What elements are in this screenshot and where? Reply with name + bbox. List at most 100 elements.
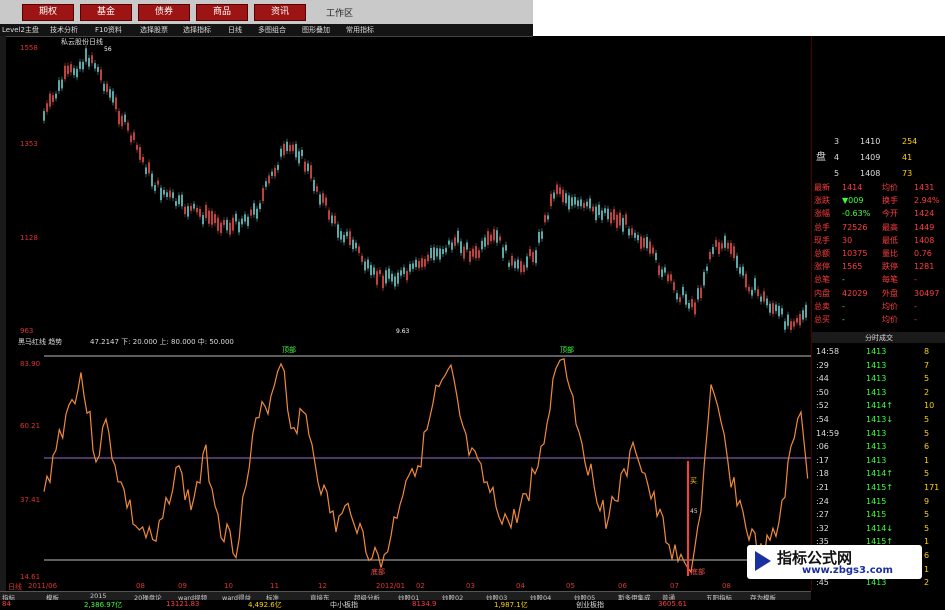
candle-body <box>289 144 291 152</box>
candle-body <box>91 55 93 64</box>
toolbar-select-indicator[interactable]: 选择指标 <box>183 25 211 35</box>
candle-body <box>544 215 546 223</box>
candle-body <box>787 314 789 326</box>
candle-body <box>739 267 741 274</box>
candle-body <box>253 203 255 215</box>
level-row[interactable]: 3 1410 254 <box>812 136 945 148</box>
level-row[interactable]: 5 1408 73 <box>812 168 945 180</box>
date-label: 06 <box>618 582 627 590</box>
candle-body <box>355 242 357 249</box>
toolbar-select-stock[interactable]: 选择股票 <box>140 25 168 35</box>
candle-body <box>259 203 261 210</box>
candle-body <box>73 68 75 76</box>
candle-body <box>271 171 273 176</box>
menu-button-options[interactable]: 期权 <box>22 4 74 21</box>
candle-body <box>703 272 705 286</box>
candle-body <box>70 64 72 73</box>
workarea-label[interactable]: 工作区 <box>326 6 353 19</box>
high-marker: 56 <box>104 46 112 53</box>
price-axis-label: 1353 <box>20 140 38 148</box>
candle-body <box>724 235 726 248</box>
candle-body <box>373 267 375 275</box>
candle-body <box>526 256 528 268</box>
candle-body <box>802 310 804 320</box>
candle-body <box>379 269 381 275</box>
price-chart[interactable]: 1558 1353 1128 963 私云股份日线 56 9.63 <box>6 36 811 336</box>
candle-body <box>622 217 624 232</box>
toolbar-tech-analysis[interactable]: 技术分析 <box>50 25 78 35</box>
toolbar-common-indicators[interactable]: 常用指标 <box>346 25 374 35</box>
candle-body <box>148 162 150 174</box>
candle-body <box>769 303 771 313</box>
candle-body <box>391 273 393 282</box>
bottom-tag: 底部 <box>691 568 705 576</box>
candle-body <box>127 122 129 131</box>
candle-body <box>313 179 315 192</box>
candle-body <box>760 296 762 302</box>
toolbar-overlay[interactable]: 图形叠加 <box>302 25 330 35</box>
candle-body <box>256 208 258 219</box>
price-candles <box>43 45 807 334</box>
candle-body <box>223 220 225 225</box>
toolbar-daily[interactable]: 日线 <box>228 25 242 35</box>
candle-body <box>751 289 753 296</box>
candle-body <box>718 242 720 255</box>
candle-body <box>532 252 534 263</box>
candle-body <box>463 246 465 259</box>
candle-body <box>742 266 744 276</box>
candle-body <box>151 173 153 187</box>
candle-body <box>664 267 666 273</box>
template-tab[interactable]: 2015 <box>90 592 107 600</box>
candle-body <box>370 264 372 276</box>
candle-body <box>97 66 99 72</box>
date-label: 02 <box>416 582 425 590</box>
candle-body <box>457 230 459 243</box>
candle-body <box>652 247 654 254</box>
candle-body <box>730 242 732 255</box>
level-row[interactable]: 盘 4 1409 41 <box>812 152 945 164</box>
candle-body <box>706 266 708 271</box>
candle-body <box>619 212 621 226</box>
candle-body <box>673 282 675 291</box>
candle-body <box>214 214 216 224</box>
toolbar-f10[interactable]: F10资料 <box>95 25 122 35</box>
candle-body <box>181 194 183 207</box>
candle-body <box>691 299 693 308</box>
oscillator-line <box>43 355 811 576</box>
candle-body <box>154 185 156 191</box>
candle-body <box>793 321 795 327</box>
quote-field-row: 总额 10375 量比 0.76 <box>814 249 932 258</box>
menu-button-news[interactable]: 资讯 <box>254 4 306 21</box>
candle-body <box>688 302 690 309</box>
candle-body <box>187 206 189 217</box>
candle-body <box>508 262 510 267</box>
candle-body <box>727 242 729 249</box>
toolbar-level2[interactable]: Level2主盘 <box>2 25 39 35</box>
candle-body <box>322 193 324 203</box>
candle-body <box>166 192 168 197</box>
osc-series-line <box>43 357 809 574</box>
candle-body <box>709 251 711 260</box>
oscillator-chart[interactable]: 黑马红线 趋势 47.2147 下: 20.000 上: 80.000 中: 5… <box>6 336 811 582</box>
toolbar-multi-chart[interactable]: 多图组合 <box>258 25 286 35</box>
date-label: 10 <box>224 582 233 590</box>
candle-body <box>592 206 594 212</box>
watermark-url: www.zbgs3.com <box>802 565 893 576</box>
tick-row: :24 1415 9 <box>816 496 930 506</box>
candle-body <box>466 242 468 250</box>
indicator-params: 47.2147 下: 20.000 上: 80.000 中: 50.000 <box>90 338 234 346</box>
menu-button-bonds[interactable]: 债券 <box>138 4 190 21</box>
candle-body <box>334 215 336 224</box>
candle-body <box>286 141 288 152</box>
candle-body <box>394 276 396 287</box>
buy-tag: 买 <box>690 477 697 485</box>
tick-header[interactable]: 分时成交 <box>812 332 945 343</box>
tick-row: :44 1413 5 <box>816 374 930 384</box>
menu-button-commodities[interactable]: 商品 <box>196 4 248 21</box>
candle-body <box>541 231 543 239</box>
menu-button-funds[interactable]: 基金 <box>80 4 132 21</box>
tick-row: :27 1415 5 <box>816 510 930 520</box>
candle-body <box>217 217 219 231</box>
candle-body <box>193 203 195 209</box>
candle-body <box>376 271 378 285</box>
